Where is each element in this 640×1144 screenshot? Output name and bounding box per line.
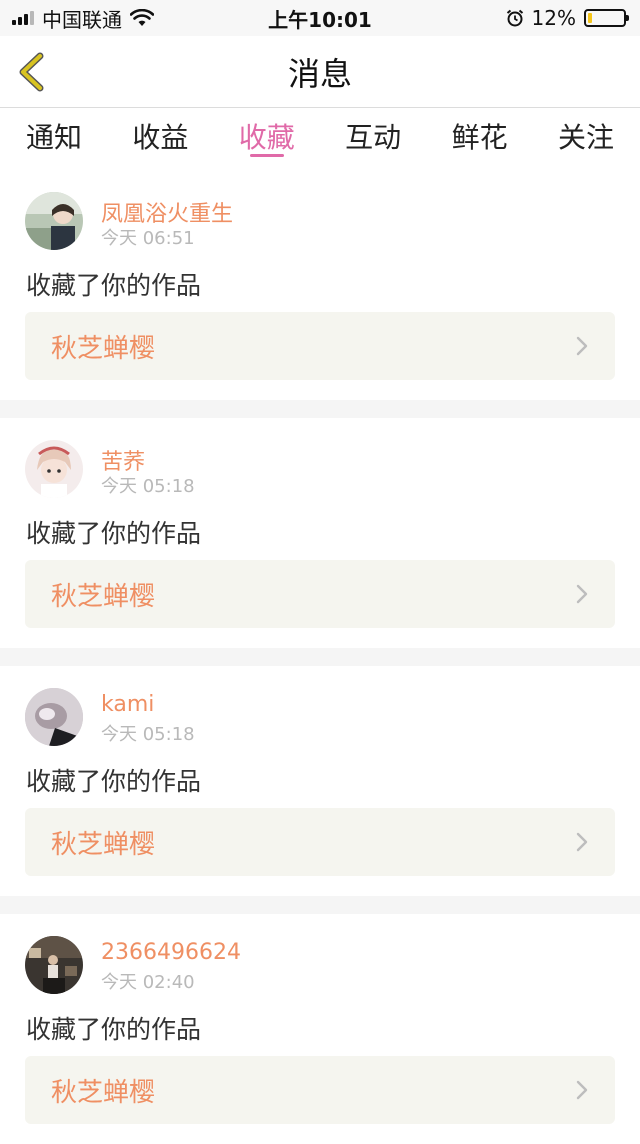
work-title: 秋芝蝉樱	[51, 1077, 156, 1108]
divider	[0, 400, 640, 418]
battery-icon	[584, 9, 629, 27]
tab-bar: 通知 收益 收藏 互动 鲜花 关注	[0, 108, 640, 170]
work-link[interactable]: 秋芝蝉樱	[25, 808, 615, 876]
work-link[interactable]: 秋芝蝉樱	[25, 1056, 615, 1124]
chevron-right-icon	[576, 832, 588, 852]
carrier-label: 中国联通	[42, 7, 122, 32]
tab-interaction[interactable]: 互动	[345, 108, 401, 170]
divider	[0, 896, 640, 914]
timestamp: 今天 02:40	[101, 972, 195, 993]
work-title: 秋芝蝉樱	[51, 829, 156, 860]
work-link[interactable]: 秋芝蝉樱	[25, 560, 615, 628]
chevron-left-icon[interactable]	[14, 52, 54, 92]
work-title: 秋芝蝉樱	[51, 333, 156, 364]
tab-flowers[interactable]: 鲜花	[452, 108, 508, 170]
notification-card: 苦荞 今天 05:18 收藏了你的作品 秋芝蝉樱	[0, 418, 640, 648]
user-name[interactable]: 2366496624	[101, 940, 241, 965]
timestamp: 今天 05:18	[101, 476, 195, 497]
notification-card: 2366496624 今天 02:40 收藏了你的作品 秋芝蝉樱	[0, 914, 640, 1144]
notification-list: 凤凰浴火重生 今天 06:51 收藏了你的作品 秋芝蝉樱 苦荞 今天 05:18…	[0, 170, 640, 1144]
chevron-right-icon	[576, 336, 588, 356]
chevron-right-icon	[576, 1080, 588, 1100]
notification-card: 凤凰浴火重生 今天 06:51 收藏了你的作品 秋芝蝉樱	[0, 170, 640, 400]
signal-icon	[12, 11, 34, 25]
wifi-icon	[130, 9, 154, 26]
page-title: 消息	[287, 54, 352, 93]
work-link[interactable]: 秋芝蝉樱	[25, 312, 615, 380]
avatar[interactable]	[25, 688, 83, 746]
action-text: 收藏了你的作品	[26, 519, 202, 548]
action-text: 收藏了你的作品	[26, 271, 202, 300]
avatar[interactable]	[25, 192, 83, 250]
avatar[interactable]	[25, 936, 83, 994]
status-right: 12%	[506, 6, 629, 30]
tab-notify[interactable]: 通知	[26, 108, 82, 170]
status-left: 中国联通	[12, 4, 154, 33]
tab-favorites[interactable]: 收藏	[239, 108, 295, 170]
notification-card: kami 今天 05:18 收藏了你的作品 秋芝蝉樱	[0, 666, 640, 896]
action-text: 收藏了你的作品	[26, 1015, 202, 1044]
nav-bar: 消息	[0, 36, 640, 108]
work-title: 秋芝蝉樱	[51, 581, 156, 612]
avatar[interactable]	[25, 440, 83, 498]
alarm-icon	[506, 9, 523, 27]
timestamp: 今天 06:51	[101, 228, 195, 249]
battery-percent: 12%	[531, 6, 576, 30]
battery-fill	[588, 13, 593, 23]
tab-follow[interactable]: 关注	[558, 108, 614, 170]
status-bar: 中国联通 上午10:01 12%	[0, 0, 640, 36]
user-name[interactable]: kami	[101, 692, 154, 717]
tab-earnings[interactable]: 收益	[132, 108, 188, 170]
divider	[0, 648, 640, 666]
chevron-right-icon	[576, 584, 588, 604]
action-text: 收藏了你的作品	[26, 767, 202, 796]
timestamp: 今天 05:18	[101, 724, 195, 745]
